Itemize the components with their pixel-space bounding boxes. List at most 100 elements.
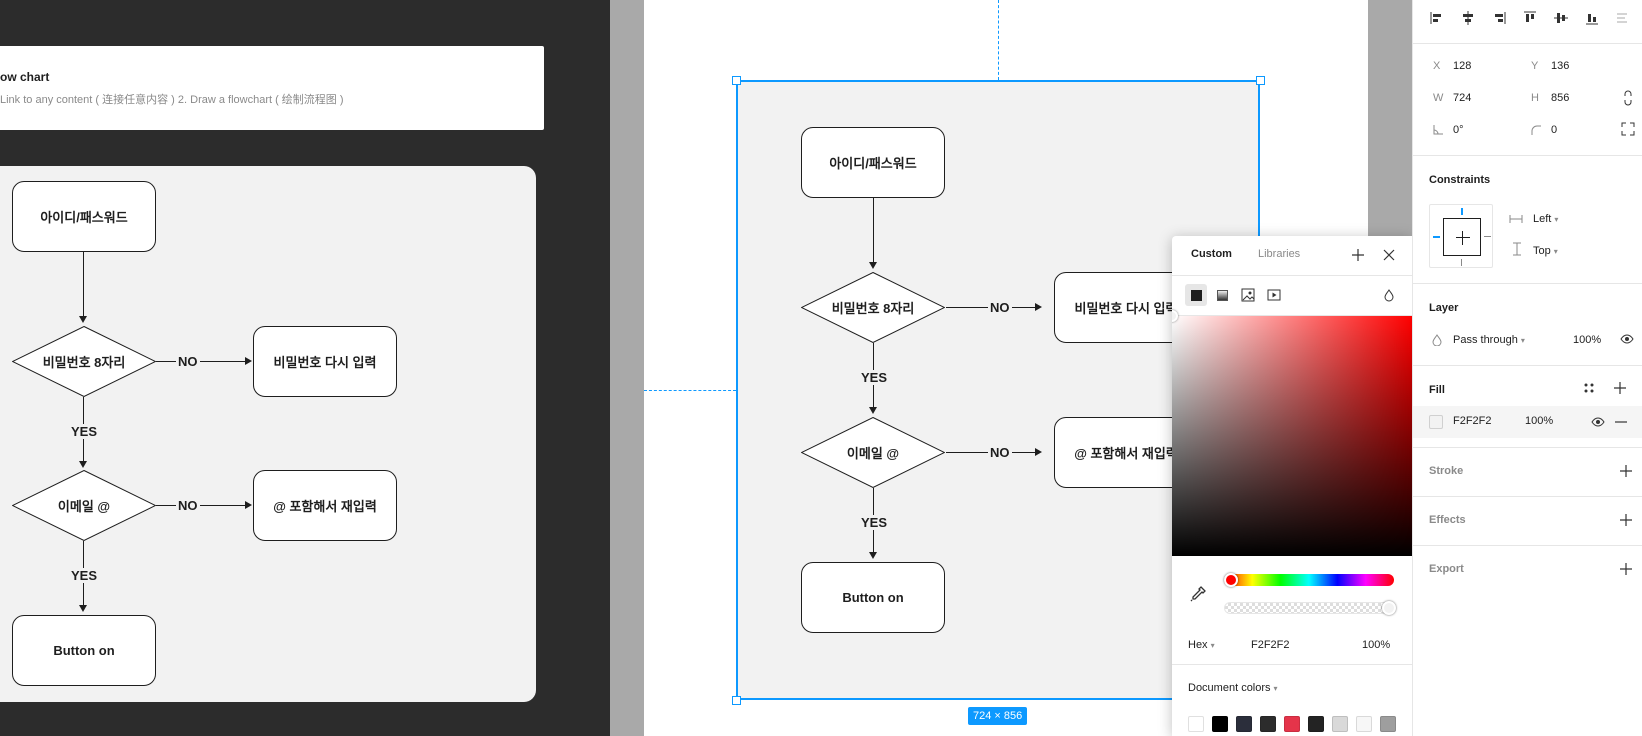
resize-handle-bottom-left[interactable] xyxy=(732,696,741,705)
arrow-head xyxy=(79,461,87,468)
document-color-swatch[interactable] xyxy=(1260,716,1276,732)
constraint-left-bar[interactable] xyxy=(1433,236,1440,238)
layer-opacity-input[interactable]: 100% xyxy=(1573,334,1601,346)
hex-input[interactable]: F2F2F2 xyxy=(1251,639,1290,651)
vertical-constraint-icon xyxy=(1512,242,1522,259)
height-input[interactable]: 856 xyxy=(1551,92,1569,104)
left-flowchart-board[interactable]: NO YES NO YES 아이디/패스워드 비밀번호 8자리 비밀번호 다시 … xyxy=(0,166,536,702)
vertical-constraint-dropdown[interactable]: Top ▾ xyxy=(1533,245,1558,257)
document-color-swatch[interactable] xyxy=(1380,716,1396,732)
document-color-swatch[interactable] xyxy=(1356,716,1372,732)
fill-opacity-input[interactable]: 100% xyxy=(1525,415,1553,427)
selection-size-badge: 724 × 856 xyxy=(968,707,1028,725)
horizontal-constraint-dropdown[interactable]: Left ▾ xyxy=(1533,213,1558,225)
document-colors-dropdown[interactable]: Document colors ▾ xyxy=(1188,682,1278,694)
layer-blend-dropdown[interactable]: Pass through ▾ xyxy=(1453,334,1525,346)
hue-slider[interactable] xyxy=(1224,574,1394,586)
add-fill-icon[interactable] xyxy=(1613,381,1627,398)
layer-title: Layer xyxy=(1429,302,1459,314)
canvas-background xyxy=(610,0,644,736)
document-colors-label: Document colors xyxy=(1188,682,1271,694)
node-password-retry[interactable]: 비밀번호 다시 입력 xyxy=(253,326,397,397)
add-effect-icon[interactable] xyxy=(1619,513,1635,529)
no-label: NO xyxy=(176,498,200,513)
tab-libraries[interactable]: Libraries xyxy=(1258,248,1300,260)
close-icon[interactable] xyxy=(1379,245,1399,265)
add-export-icon[interactable] xyxy=(1619,562,1635,578)
document-color-swatch[interactable] xyxy=(1212,716,1228,732)
node-button-on[interactable]: Button on xyxy=(12,615,156,686)
y-input[interactable]: 136 xyxy=(1551,60,1569,72)
corner-radius-input[interactable]: 0 xyxy=(1551,124,1557,136)
align-top-icon[interactable] xyxy=(1522,10,1538,26)
y-label: Y xyxy=(1531,60,1539,72)
style-grid-icon[interactable] xyxy=(1583,382,1595,394)
color-mode-dropdown[interactable]: Hex ▾ xyxy=(1188,639,1215,651)
opacity-input[interactable]: 100% xyxy=(1362,639,1390,651)
align-right-icon[interactable] xyxy=(1491,10,1507,26)
independent-corners-icon[interactable] xyxy=(1621,122,1635,139)
align-vertical-center-icon[interactable] xyxy=(1553,10,1569,26)
remove-fill-icon[interactable] xyxy=(1614,415,1628,432)
x-input[interactable]: 128 xyxy=(1453,60,1471,72)
image-fill-icon[interactable] xyxy=(1237,284,1259,306)
add-stroke-icon[interactable] xyxy=(1619,464,1635,480)
fill-hex-input[interactable]: F2F2F2 xyxy=(1453,415,1492,427)
arrow-head xyxy=(245,357,252,365)
vertical-guide xyxy=(998,0,999,80)
effects-section: Effects xyxy=(1413,497,1642,546)
document-color-swatch[interactable] xyxy=(1284,716,1300,732)
node-id-password[interactable]: 아이디/패스워드 xyxy=(12,181,156,252)
saturation-value-area[interactable] xyxy=(1172,316,1412,556)
resize-handle-top-right[interactable] xyxy=(1256,76,1265,85)
distribute-icon[interactable] xyxy=(1615,10,1631,26)
divider xyxy=(1172,664,1412,665)
connector xyxy=(156,505,246,506)
eye-icon[interactable] xyxy=(1620,333,1634,348)
document-color-swatch[interactable] xyxy=(1188,716,1204,732)
decision-password-length[interactable]: 비밀번호 8자리 xyxy=(12,326,156,397)
constraint-right-bar[interactable] xyxy=(1484,236,1491,237)
resize-handle-top-left[interactable] xyxy=(732,76,741,85)
left-canvas-area: ow chart Link to any content ( 连接任意内容 ) … xyxy=(0,0,610,736)
video-fill-icon[interactable] xyxy=(1263,284,1285,306)
gradient-fill-icon[interactable] xyxy=(1211,284,1233,306)
color-value-row: Hex ▾ F2F2F2 100% xyxy=(1172,634,1412,658)
constraints-inner-box xyxy=(1443,218,1481,256)
rotation-input[interactable]: 0° xyxy=(1453,124,1464,136)
document-color-swatch[interactable] xyxy=(1236,716,1252,732)
document-color-swatch[interactable] xyxy=(1332,716,1348,732)
eyedropper-icon[interactable] xyxy=(1188,584,1208,604)
align-left-icon[interactable] xyxy=(1429,10,1445,26)
constraint-top-bar[interactable] xyxy=(1461,208,1463,215)
arrow-head xyxy=(245,501,252,509)
fill-color-swatch[interactable] xyxy=(1429,415,1443,429)
constrain-proportions-icon[interactable] xyxy=(1622,90,1634,109)
decision-email[interactable]: 이메일 @ xyxy=(12,470,156,541)
picker-tabs: Custom Libraries xyxy=(1172,236,1412,276)
solid-fill-icon[interactable] xyxy=(1185,284,1207,306)
document-color-swatch[interactable] xyxy=(1308,716,1324,732)
eye-icon[interactable] xyxy=(1591,416,1605,431)
node-email-retry[interactable]: @ 포함해서 재입력 xyxy=(253,470,397,541)
constraint-bottom-bar[interactable] xyxy=(1461,259,1462,266)
layer-section: Layer Pass through ▾ 100% xyxy=(1413,284,1642,366)
opacity-slider[interactable] xyxy=(1224,602,1394,614)
fill-row[interactable]: F2F2F2 100% xyxy=(1413,406,1642,438)
align-bottom-icon[interactable] xyxy=(1584,10,1600,26)
note-subtitle: Link to any content ( 连接任意内容 ) 2. Draw a… xyxy=(0,94,344,106)
width-input[interactable]: 724 xyxy=(1453,92,1471,104)
hue-slider-knob[interactable] xyxy=(1224,573,1238,587)
vertical-constraint-value: Top xyxy=(1533,245,1551,257)
align-horizontal-center-icon[interactable] xyxy=(1460,10,1476,26)
plus-icon[interactable] xyxy=(1348,245,1368,265)
note-card[interactable]: ow chart Link to any content ( 连接任意内容 ) … xyxy=(0,46,544,130)
constraints-title: Constraints xyxy=(1429,174,1491,186)
tab-custom[interactable]: Custom xyxy=(1191,248,1232,260)
opacity-slider-knob[interactable] xyxy=(1382,601,1396,615)
blend-mode-icon[interactable] xyxy=(1378,284,1400,306)
chevron-down-icon: ▾ xyxy=(1554,215,1559,224)
decision-label: 비밀번호 8자리 xyxy=(42,355,126,370)
constraints-widget[interactable] xyxy=(1429,204,1493,268)
fill-type-selector xyxy=(1172,276,1412,316)
